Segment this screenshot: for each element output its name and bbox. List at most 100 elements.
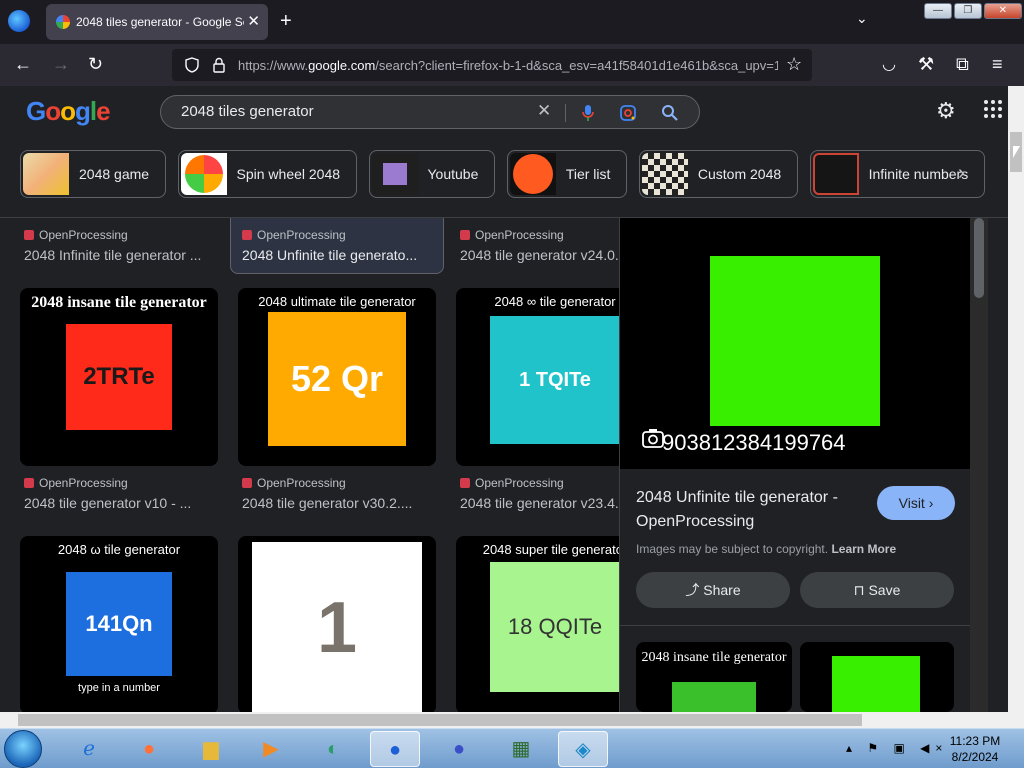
url-text: https://www.google.com/search?client=fir… <box>238 58 778 73</box>
taskbar-clock[interactable]: 11:23 PM 8/2/2024 <box>940 733 1010 765</box>
clear-search-icon[interactable]: ✕ <box>537 101 551 121</box>
wireless-app-icon[interactable]: ◈ <box>558 731 608 767</box>
copyright-notice: Images may be subject to copyright. Lear… <box>636 542 897 556</box>
results-scrollbar[interactable] <box>970 218 988 712</box>
chip-thumbnail <box>509 153 556 195</box>
microphone-icon[interactable] <box>581 104 595 122</box>
google-favicon-icon <box>56 15 70 29</box>
save-button[interactable]: ⊓ Save <box>800 572 954 608</box>
chip-spin-wheel[interactable]: Spin wheel 2048 <box>177 150 358 198</box>
system-tray[interactable]: ▴ ⚑ ▣ ◀× <box>846 741 948 755</box>
result-source[interactable]: OpenProcessing <box>24 476 128 490</box>
result-caption[interactable]: 2048 tile generator v30.2.... <box>242 495 438 511</box>
result-thumbnail[interactable]: 1 <box>238 536 436 712</box>
chip-thumbnail <box>641 153 688 195</box>
app-icon[interactable]: ◐ <box>308 731 358 767</box>
settings-gear-icon[interactable]: ⚙ <box>936 98 956 124</box>
result-caption[interactable]: 2048 tile generator v10 - ... <box>24 495 220 511</box>
tile-preview: 52 Qr <box>268 312 406 446</box>
tracking-protection-shield-icon[interactable] <box>184 57 200 73</box>
navigation-toolbar: ← → ↻ https://www.google.com/search?clie… <box>0 44 1024 86</box>
chip-2048-game[interactable]: 2048 game <box>20 150 167 198</box>
preview-tile <box>710 256 880 426</box>
preview-title[interactable]: 2048 Unfinite tile generator - OpenProce… <box>636 486 866 534</box>
firefox-active-icon[interactable]: ● <box>370 731 420 767</box>
vertical-scrollbar[interactable] <box>1008 86 1024 712</box>
result-caption[interactable]: 2048 tile generator v24.0... <box>460 247 620 263</box>
result-source[interactable]: OpenProcessing <box>460 476 564 490</box>
page-content: Google ✕ ⚙ 2048 game Spin wheel 2048 You… <box>0 86 1008 712</box>
reload-icon[interactable]: ↻ <box>88 54 103 75</box>
menu-icon[interactable]: ≡ <box>992 54 1003 75</box>
firefox-view-icon[interactable] <box>8 10 30 32</box>
file-explorer-icon[interactable]: ▆ <box>186 731 236 767</box>
close-window-button[interactable]: ✕ <box>983 3 1022 19</box>
tab-close-icon[interactable]: ✕ <box>247 12 260 30</box>
related-search-chips: 2048 game Spin wheel 2048 Youtube Tier l… <box>20 150 998 200</box>
chip-youtube[interactable]: Youtube <box>368 150 496 198</box>
result-thumbnail[interactable]: 2048 ω tile generator 141Qn type in a nu… <box>20 536 218 712</box>
windows-taskbar: ℯ ● ▆ ▶ ◐ ● ● ▦ ◈ ▴ ⚑ ▣ ◀× 11:23 PM 8/2/… <box>0 728 1024 768</box>
result-caption[interactable]: 2048 tile generator v23.4... <box>460 495 620 511</box>
horizontal-scroll-thumb[interactable] <box>18 714 862 726</box>
network-app-icon[interactable]: ▦ <box>496 731 546 767</box>
search-input[interactable] <box>181 103 521 120</box>
image-preview-panel: 903812384199764 2048 Unfinite tile gener… <box>619 218 988 712</box>
result-source[interactable]: OpenProcessing <box>242 476 346 490</box>
start-button[interactable] <box>4 730 42 768</box>
share-button[interactable]: ⤴ Share <box>636 572 790 608</box>
list-all-tabs-icon[interactable]: ⌄ <box>856 10 868 27</box>
mouse-cursor <box>1013 146 1020 158</box>
google-logo[interactable]: Google <box>26 96 111 127</box>
back-icon[interactable]: ← <box>14 54 32 75</box>
address-bar[interactable]: https://www.google.com/search?client=fir… <box>172 49 812 81</box>
horizontal-scrollbar[interactable] <box>0 712 1024 728</box>
chip-thumbnail <box>371 153 418 195</box>
chips-next-arrow-icon[interactable]: › <box>958 162 965 185</box>
tile-preview: 2TRTe <box>66 324 172 430</box>
clock-date: 8/2/2024 <box>951 750 999 764</box>
google-apps-icon[interactable] <box>984 100 1002 118</box>
chip-custom-2048[interactable]: Custom 2048 <box>638 150 799 198</box>
related-tile <box>832 656 920 712</box>
result-source[interactable]: OpenProcessing <box>242 228 346 242</box>
result-source[interactable]: OpenProcessing <box>460 228 564 242</box>
forward-icon[interactable]: → <box>52 54 70 75</box>
new-tab-button[interactable]: + <box>280 10 292 33</box>
learn-more-link[interactable]: Learn More <box>831 542 896 556</box>
tile-preview: 1 <box>252 542 422 712</box>
extensions-icon[interactable]: ⧉ <box>956 54 969 75</box>
maximize-button[interactable]: ❐ <box>953 3 982 19</box>
lock-icon[interactable] <box>212 57 226 73</box>
search-box: ✕ <box>160 95 700 129</box>
tab-strip: 2048 tiles generator - Google Search ✕ +… <box>0 0 1024 44</box>
bookmark-star-icon[interactable]: ☆ <box>786 54 802 75</box>
minimize-button[interactable]: — <box>924 3 952 19</box>
google-lens-icon[interactable] <box>619 104 637 122</box>
result-thumbnail[interactable]: 2048 ultimate tile generator 52 Qr <box>238 288 436 466</box>
media-player-icon[interactable]: ▶ <box>246 731 296 767</box>
firefox-nightly-icon[interactable]: ● <box>434 731 484 767</box>
lens-search-image-icon[interactable] <box>642 428 664 448</box>
result-caption[interactable]: 2048 Unfinite tile generato... <box>242 247 438 263</box>
related-image-thumbnail[interactable] <box>800 642 954 712</box>
preview-image[interactable]: 903812384199764 <box>620 218 971 469</box>
result-source[interactable]: OpenProcessing <box>24 228 128 242</box>
tile-preview: 18 QQITe <box>490 562 620 692</box>
chip-thumbnail <box>180 153 227 195</box>
desktop-window: 2048 tiles generator - Google Search ✕ +… <box>0 0 1024 768</box>
pocket-icon[interactable]: ◡ <box>882 54 896 74</box>
internet-explorer-icon[interactable]: ℯ <box>64 731 114 767</box>
result-caption[interactable]: 2048 Infinite tile generator ... <box>24 247 220 263</box>
related-image-thumbnail[interactable]: 2048 insane tile generator <box>636 642 792 712</box>
wrench-icon[interactable]: ⚒ <box>918 54 934 75</box>
search-icon[interactable] <box>661 104 679 122</box>
search-divider <box>565 104 566 122</box>
firefox-icon[interactable]: ● <box>124 731 174 767</box>
visit-button[interactable]: Visit › <box>877 486 955 520</box>
chip-tier-list[interactable]: Tier list <box>506 150 628 198</box>
result-thumbnail[interactable]: 2048 insane tile generator 2TRTe <box>20 288 218 466</box>
browser-tab[interactable]: 2048 tiles generator - Google Search ✕ <box>46 4 268 40</box>
tile-preview: 141Qn <box>66 572 172 676</box>
preview-divider <box>620 625 971 626</box>
